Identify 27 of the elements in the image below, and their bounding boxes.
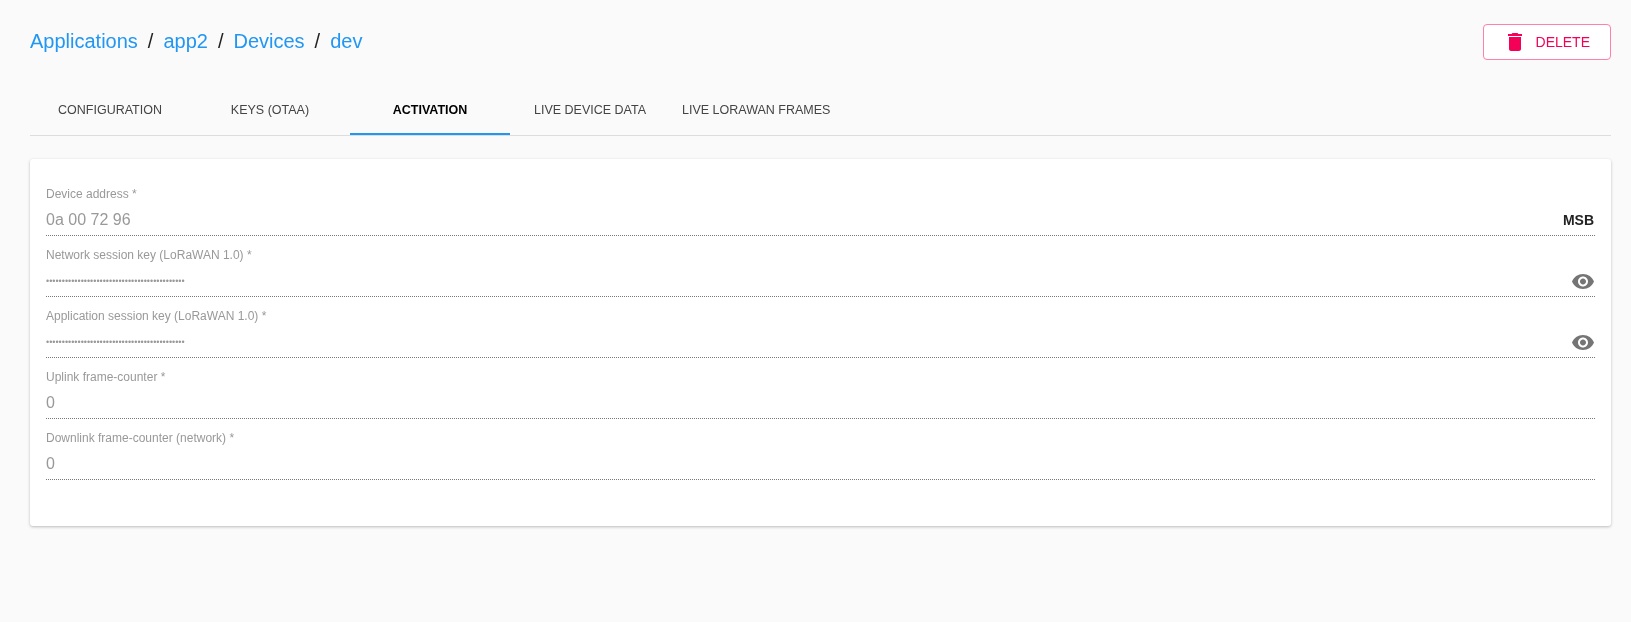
tab[interactable]: KEYS (OTAA) bbox=[190, 87, 350, 135]
breadcrumb-separator: / bbox=[217, 30, 224, 53]
input-field[interactable]: 0a 00 72 96 MSB bbox=[46, 205, 1595, 236]
field-label: Downlink frame-counter (network) * bbox=[46, 431, 235, 445]
input-field[interactable]: •••••••••••••••••••••••••••••••••••••••••••• bbox=[46, 327, 1595, 358]
breadcrumb-link[interactable]: Devices bbox=[233, 30, 305, 53]
breadcrumb-link[interactable]: app2 bbox=[163, 30, 208, 53]
input-field[interactable]: •••••••••••••••••••••••••••••••••••••••••••• bbox=[46, 266, 1595, 297]
tab[interactable]: ACTIVATION bbox=[350, 87, 510, 135]
trash-icon bbox=[1507, 33, 1522, 51]
field-label: Network session key (LoRaWAN 1.0) * bbox=[46, 248, 252, 262]
show-password-icon[interactable] bbox=[1572, 334, 1594, 350]
breadcrumb-link[interactable]: Applications bbox=[30, 30, 138, 53]
input-field[interactable]: 0 bbox=[46, 388, 1595, 419]
show-password-icon[interactable] bbox=[1572, 273, 1594, 289]
tab[interactable]: LIVE LORAWAN FRAMES bbox=[670, 87, 843, 135]
tab[interactable]: CONFIGURATION bbox=[30, 87, 190, 135]
tab[interactable]: LIVE DEVICE DATA bbox=[510, 87, 670, 135]
delete-button[interactable]: DELETE bbox=[1482, 24, 1611, 60]
breadcrumb-link[interactable]: dev bbox=[330, 30, 363, 53]
field-label: Application session key (LoRaWAN 1.0) * bbox=[46, 309, 267, 323]
field-label: Uplink frame-counter * bbox=[46, 370, 166, 384]
input-field[interactable]: 0 bbox=[46, 449, 1595, 480]
byte-order-label: MSB bbox=[1562, 212, 1594, 228]
field-label: Device address * bbox=[46, 187, 137, 201]
breadcrumb-separator: / bbox=[314, 30, 321, 53]
breadcrumb-separator: / bbox=[147, 30, 154, 53]
